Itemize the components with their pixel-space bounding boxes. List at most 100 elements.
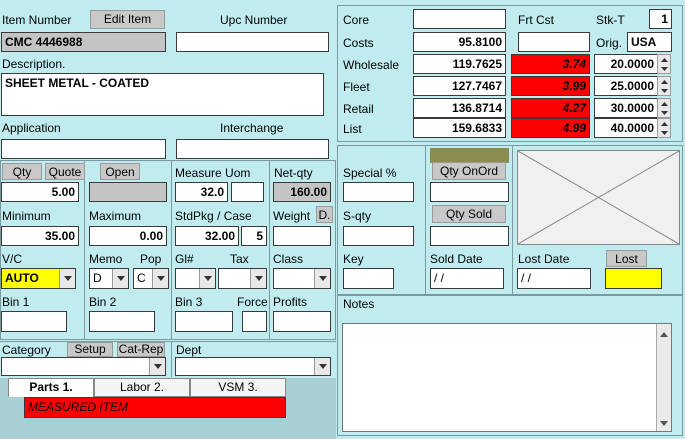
category-label: Category xyxy=(2,343,51,357)
chevron-down-icon[interactable] xyxy=(199,269,215,288)
qty-onord-header-bar xyxy=(430,148,509,163)
weight-field[interactable] xyxy=(273,226,331,246)
wholesale-label: Wholesale xyxy=(343,58,400,72)
cat-rep-button[interactable]: Cat-Rep xyxy=(117,342,165,357)
memo-select[interactable]: D xyxy=(89,268,129,289)
core-field[interactable] xyxy=(413,9,506,29)
chevron-down-icon[interactable] xyxy=(314,358,330,375)
application-field[interactable] xyxy=(1,139,166,159)
tab-vsm[interactable]: VSM 3. xyxy=(190,378,286,397)
tab-parts[interactable]: Parts 1. xyxy=(8,378,94,397)
tab-labor[interactable]: Labor 2. xyxy=(94,378,190,397)
spin-down-icon[interactable] xyxy=(658,108,670,117)
quote-button[interactable]: Quote xyxy=(45,163,85,180)
profits-field[interactable] xyxy=(273,311,331,332)
item-image-placeholder[interactable] xyxy=(517,150,680,245)
notes-label: Notes xyxy=(343,297,375,311)
special-pct-field[interactable] xyxy=(343,182,414,202)
spin-down-icon[interactable] xyxy=(658,86,670,95)
key-field[interactable] xyxy=(343,268,394,289)
bin1-field[interactable] xyxy=(1,311,67,332)
item-number-label: Item Number xyxy=(2,13,72,27)
stk-t-label: Stk-T xyxy=(596,13,625,27)
spin-up-icon[interactable] xyxy=(658,99,670,108)
scroll-down-icon[interactable] xyxy=(660,415,668,429)
tax-select[interactable] xyxy=(218,268,267,289)
maximum-field[interactable]: 0.00 xyxy=(89,226,167,246)
interchange-field[interactable] xyxy=(176,139,329,159)
frt-cst-field[interactable] xyxy=(518,32,590,52)
lost-button[interactable]: Lost xyxy=(606,250,647,267)
vc-select[interactable]: AUTO xyxy=(1,268,76,289)
chevron-down-icon[interactable] xyxy=(250,269,266,288)
fleet-pct-field[interactable]: 25.0000 xyxy=(594,76,658,96)
qty-onord-button[interactable]: Qty OnOrd xyxy=(432,162,506,180)
net-qty-field: 160.00 xyxy=(273,182,331,202)
retail-pct-spinner[interactable] xyxy=(657,98,671,118)
column-divider xyxy=(512,145,513,295)
spin-up-icon[interactable] xyxy=(658,77,670,86)
chevron-down-icon[interactable] xyxy=(152,269,168,288)
list-pct-field[interactable]: 40.0000 xyxy=(594,118,658,138)
spin-up-icon[interactable] xyxy=(658,55,670,64)
retail-pct-field[interactable]: 30.0000 xyxy=(594,98,658,118)
s-qty-field[interactable] xyxy=(343,226,414,246)
class-select[interactable] xyxy=(273,268,331,289)
edit-item-button[interactable]: Edit Item xyxy=(90,10,165,29)
dept-select[interactable] xyxy=(175,357,331,376)
chevron-down-icon[interactable] xyxy=(149,358,165,375)
lost-date-field[interactable]: / / xyxy=(517,268,591,289)
vc-value: AUTO xyxy=(5,271,39,285)
retail-price-field[interactable]: 136.8714 xyxy=(413,98,506,118)
costs-field[interactable]: 95.8100 xyxy=(413,32,506,52)
stk-t-field[interactable]: 1 xyxy=(649,9,672,29)
pop-select[interactable]: C xyxy=(133,268,169,289)
chevron-down-icon[interactable] xyxy=(314,269,330,288)
pop-label: Pop xyxy=(140,252,162,266)
minimum-field[interactable]: 35.00 xyxy=(1,226,79,246)
gl-label: Gl# xyxy=(175,252,194,266)
bin3-label: Bin 3 xyxy=(175,295,203,309)
stdpkg-field[interactable]: 32.00 xyxy=(175,226,239,246)
qty-sold-button[interactable]: Qty Sold xyxy=(432,205,506,223)
retail-label: Retail xyxy=(343,102,374,116)
open-button[interactable]: Open xyxy=(100,163,140,180)
chevron-down-icon[interactable] xyxy=(59,269,75,288)
wholesale-pct-spinner[interactable] xyxy=(657,54,671,74)
sold-date-label: Sold Date xyxy=(430,252,483,266)
notes-textarea[interactable] xyxy=(342,323,672,432)
bin2-field[interactable] xyxy=(89,311,155,332)
spin-up-icon[interactable] xyxy=(658,119,670,128)
list-pct-spinner[interactable] xyxy=(657,118,671,138)
qty-field[interactable]: 5.00 xyxy=(1,182,79,202)
category-select[interactable] xyxy=(1,357,166,376)
fleet-pct-spinner[interactable] xyxy=(657,76,671,96)
description-field[interactable]: SHEET METAL - COATED xyxy=(1,73,324,116)
item-number-field[interactable]: CMC 4446988 xyxy=(1,32,166,52)
column-divider xyxy=(269,160,270,340)
wholesale-pct-field[interactable]: 20.0000 xyxy=(594,54,658,74)
sold-date-field[interactable]: / / xyxy=(430,268,504,289)
upc-number-field[interactable] xyxy=(176,32,329,52)
wholesale-price-field[interactable]: 119.7625 xyxy=(413,54,506,74)
setup-button[interactable]: Setup xyxy=(67,342,113,357)
orig-field[interactable]: USA xyxy=(627,32,672,52)
spin-down-icon[interactable] xyxy=(658,64,670,73)
measure-field[interactable]: 32.0 xyxy=(175,182,228,202)
profits-label: Profits xyxy=(273,295,308,309)
uom-field[interactable] xyxy=(231,182,264,202)
memo-label: Memo xyxy=(89,252,123,266)
scroll-up-icon[interactable] xyxy=(660,326,668,340)
force-field[interactable] xyxy=(242,311,267,332)
gl-select[interactable] xyxy=(175,268,216,289)
spin-down-icon[interactable] xyxy=(658,128,670,137)
chevron-down-icon[interactable] xyxy=(112,269,128,288)
qty-button[interactable]: Qty xyxy=(2,163,42,180)
core-label: Core xyxy=(343,13,370,27)
bin3-field[interactable] xyxy=(175,311,233,332)
case-field[interactable]: 5 xyxy=(241,226,267,246)
weight-unit-button[interactable]: D. xyxy=(316,206,333,223)
notes-scrollbar[interactable] xyxy=(656,324,671,431)
list-price-field[interactable]: 159.6833 xyxy=(413,118,506,138)
fleet-price-field[interactable]: 127.7467 xyxy=(413,76,506,96)
